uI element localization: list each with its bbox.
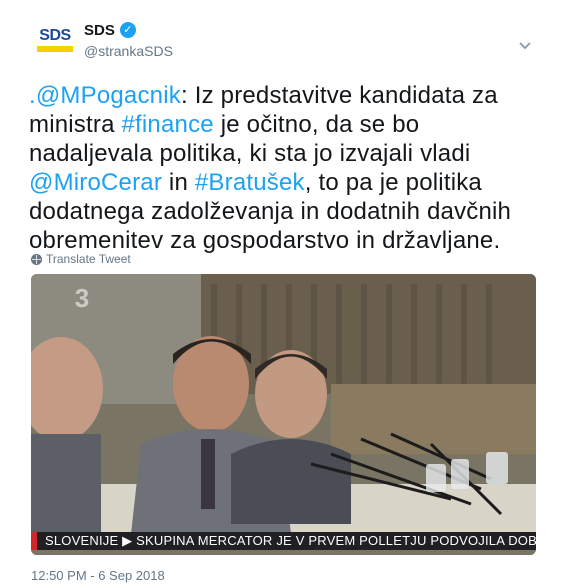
- translate-tweet-link[interactable]: Translate Tweet: [31, 252, 131, 266]
- hashtag-link[interactable]: #Bratušek: [195, 169, 305, 196]
- display-name[interactable]: SDS: [84, 22, 115, 39]
- logo-yellow-bar: [37, 46, 73, 52]
- verified-badge-icon: ✓: [119, 22, 136, 38]
- mention-link[interactable]: @MiroCerar: [29, 169, 162, 196]
- hashtag-link[interactable]: #finance: [121, 111, 213, 138]
- tweet-text: .@MPogacnik: Iz predstavitve kandidata z…: [29, 81, 539, 255]
- tweet-card[interactable]: SDS SDS ✓ @strankaSDS .@MPogacnik: Iz pr…: [0, 0, 564, 588]
- ticker-accent: [31, 532, 37, 550]
- tweet-timestamp[interactable]: 12:50 PM - 6 Sep 2018: [31, 568, 165, 583]
- ticker-text: SLOVENIJE ▶ SKUPINA MERCATOR JE V PRVEM …: [45, 533, 536, 548]
- user-handle[interactable]: @strankaSDS: [84, 43, 173, 59]
- text-segment: in: [162, 169, 195, 196]
- mention-link[interactable]: .@MPogacnik: [29, 82, 181, 109]
- author-name-line[interactable]: SDS ✓: [84, 20, 136, 40]
- channel-logo: 3: [74, 283, 90, 313]
- sds-logo: SDS: [33, 28, 77, 54]
- press-conference-photo: [31, 274, 536, 555]
- globe-icon: [31, 253, 42, 265]
- chevron-down-icon[interactable]: [518, 38, 532, 52]
- avatar[interactable]: SDS: [29, 13, 81, 65]
- logo-text: SDS: [39, 27, 71, 44]
- translate-label[interactable]: Translate Tweet: [46, 252, 131, 266]
- tweet-media-image[interactable]: 3 SLOVENIJE ▶ SKUPINA MERCATOR JE V PRVE…: [31, 274, 536, 555]
- news-ticker: SLOVENIJE ▶ SKUPINA MERCATOR JE V PRVEM …: [31, 532, 536, 550]
